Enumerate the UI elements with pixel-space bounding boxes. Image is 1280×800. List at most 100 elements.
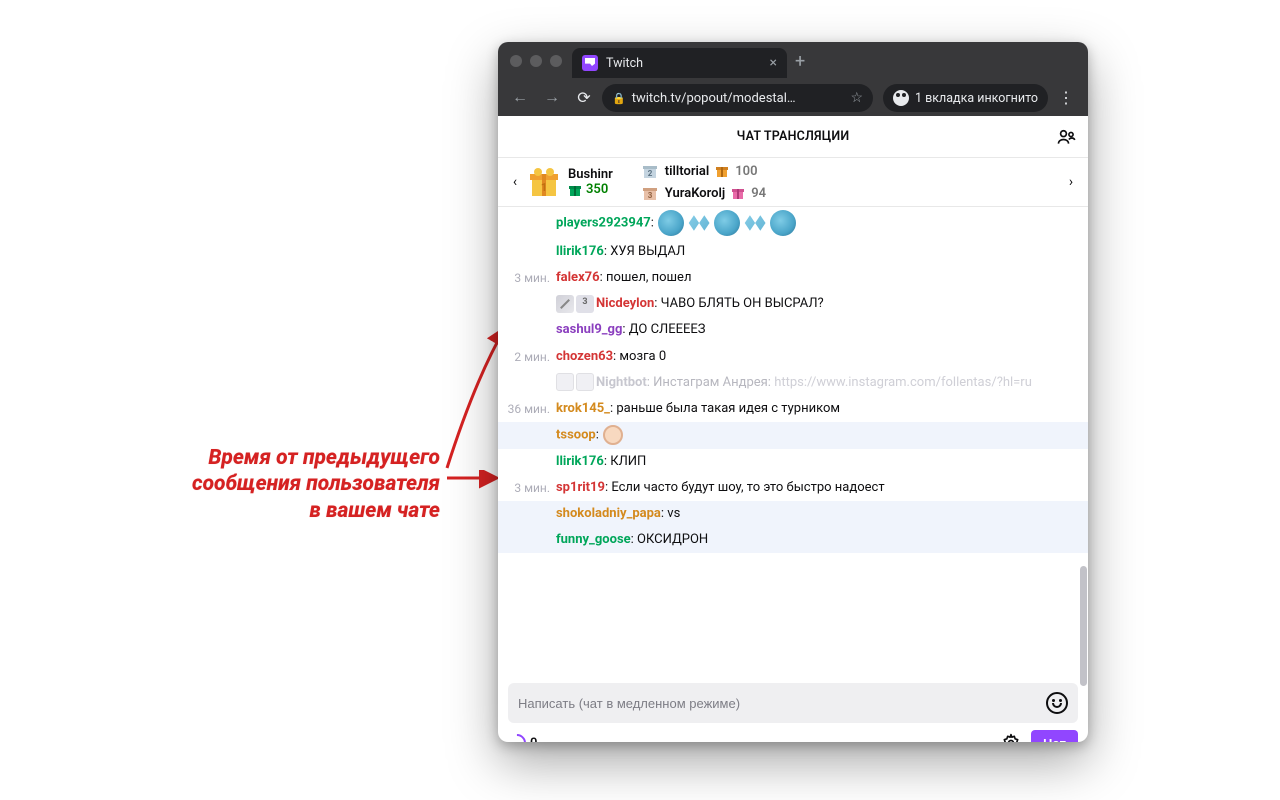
message-text: КЛИП xyxy=(610,454,646,469)
chat-footer: 0 Чат xyxy=(498,675,1088,742)
annotation-arrow-2 xyxy=(445,470,505,490)
rank-icon: 3 xyxy=(641,184,659,202)
titlebar: Twitch × + xyxy=(498,42,1088,80)
channel-points[interactable]: 0 xyxy=(508,734,537,742)
emote-picker-button[interactable] xyxy=(1046,692,1068,714)
message-text: Инстаграм Андрея: https://www.instagram.… xyxy=(653,375,1032,390)
leaderboard-row[interactable]: 3 YuraKorolj 94 xyxy=(641,184,766,202)
chat-message[interactable]: 3 мин.falex76: пошел, пошел xyxy=(498,265,1088,291)
emote-icon xyxy=(658,210,684,236)
back-button[interactable]: ← xyxy=(506,84,534,112)
username[interactable]: llirik176 xyxy=(556,454,604,469)
gift-small-icon xyxy=(715,164,729,178)
chat-messages[interactable]: players2923947: llirik176: ХУЯ ВЫДАЛ3 ми… xyxy=(498,207,1088,675)
message-time: 2 мин. xyxy=(504,347,556,367)
username[interactable]: chozen63 xyxy=(556,349,613,364)
message-text: ХУЯ ВЫДАЛ xyxy=(610,244,685,259)
address-bar[interactable]: 🔒 twitch.tv/popout/modestal… ☆ xyxy=(602,84,873,112)
incognito-badge[interactable]: 1 вкладка инкогнито xyxy=(883,84,1048,112)
message-time xyxy=(504,504,556,505)
browser-menu-button[interactable]: ⋮ xyxy=(1052,84,1080,112)
message-time xyxy=(504,530,556,531)
message-time xyxy=(504,452,556,453)
scrollbar-thumb[interactable] xyxy=(1080,566,1087,686)
chat-header: ЧАТ ТРАНСЛЯЦИИ xyxy=(498,116,1088,158)
chat-message[interactable]: Nicdeylon: ЧАВО БЛЯТЬ ОН ВЫСРАЛ? xyxy=(498,291,1088,317)
username[interactable]: llirik176 xyxy=(556,244,604,259)
username[interactable]: shokoladniy_papa xyxy=(556,506,661,521)
message-time: 36 мин. xyxy=(504,399,556,419)
chat-settings-button[interactable] xyxy=(997,729,1025,742)
browser-toolbar: ← → ⟳ 🔒 twitch.tv/popout/modestal… ☆ 1 в… xyxy=(498,80,1088,116)
username[interactable]: funny_goose xyxy=(556,532,631,547)
bookmark-icon[interactable]: ☆ xyxy=(850,90,863,106)
message-text: мозга 0 xyxy=(619,349,666,364)
leaderboard-row[interactable]: 2 tilltorial 100 xyxy=(641,162,766,180)
community-button[interactable] xyxy=(1054,125,1078,149)
browser-tab[interactable]: Twitch × xyxy=(572,48,787,78)
chat-message[interactable]: llirik176: ХУЯ ВЫДАЛ xyxy=(498,239,1088,265)
leaderboard-top[interactable]: 1 Bushinr 350 xyxy=(526,164,613,200)
message-text: пошел, пошел xyxy=(606,270,691,285)
points-icon xyxy=(504,730,529,742)
url-text: twitch.tv/popout/modestal… xyxy=(632,91,796,106)
browser-window: Twitch × + ← → ⟳ 🔒 twitch.tv/popout/mode… xyxy=(498,42,1088,742)
message-text: ЧАВО БЛЯТЬ ОН ВЫСРАЛ? xyxy=(661,296,824,311)
leaderboard-top-name: Bushinr xyxy=(568,167,613,182)
send-button[interactable]: Чат xyxy=(1031,730,1078,743)
incognito-icon xyxy=(893,90,909,106)
chat-message[interactable]: funny_goose: ОКСИДРОН xyxy=(498,527,1088,553)
message-time xyxy=(504,242,556,243)
leaderboard-prev[interactable]: ‹ xyxy=(504,174,526,190)
svg-text:2: 2 xyxy=(647,169,652,178)
chat-input[interactable] xyxy=(518,696,1046,711)
username[interactable]: sp1rit19 xyxy=(556,480,605,495)
leaderboard-next[interactable]: › xyxy=(1060,174,1082,190)
svg-text:3: 3 xyxy=(647,191,652,200)
chat-message[interactable]: 3 мин.sp1rit19: Если часто будут шоу, то… xyxy=(498,475,1088,501)
new-tab-button[interactable]: + xyxy=(795,51,805,72)
emote-icon xyxy=(770,210,796,236)
emote-icon xyxy=(603,425,623,445)
leaderboard: ‹ 1 Bushinr 350 2 tilltorial xyxy=(498,158,1088,207)
username[interactable]: krok145_ xyxy=(556,401,610,416)
message-time: 3 мин. xyxy=(504,268,556,288)
username[interactable]: players2923947 xyxy=(556,215,651,230)
message-time xyxy=(504,294,556,295)
svg-text:1: 1 xyxy=(541,181,547,194)
message-text: Если часто будут шоу, то это быстро надо… xyxy=(611,480,884,495)
message-time: 3 мин. xyxy=(504,478,556,498)
window-controls[interactable] xyxy=(510,55,562,67)
chat-message[interactable]: sashul9_gg: ДО СЛЕЕЕЕЗ xyxy=(498,317,1088,343)
message-time xyxy=(504,425,556,426)
chat-message[interactable]: 36 мин.krok145_: раньше была такая идея … xyxy=(498,396,1088,422)
chat-input-wrap xyxy=(508,683,1078,723)
reload-button[interactable]: ⟳ xyxy=(570,84,598,112)
username[interactable]: falex76 xyxy=(556,270,600,285)
chat-message[interactable]: players2923947: xyxy=(498,207,1088,239)
annotation-text: Время от предыдущего сообщения пользоват… xyxy=(55,445,440,524)
chat-message[interactable]: shokoladniy_papa: vs xyxy=(498,501,1088,527)
gift-small-icon xyxy=(731,186,745,200)
tab-close-button[interactable]: × xyxy=(770,55,777,71)
user-badge-icon xyxy=(576,295,594,313)
emote-icon xyxy=(742,210,768,236)
username[interactable]: Nightbot xyxy=(596,375,647,390)
message-time xyxy=(504,320,556,321)
chat-message[interactable]: 2 мин.chozen63: мозга 0 xyxy=(498,344,1088,370)
rank-icon: 2 xyxy=(641,162,659,180)
username[interactable]: Nicdeylon xyxy=(596,296,654,311)
chat-message[interactable]: llirik176: КЛИП xyxy=(498,449,1088,475)
username[interactable]: sashul9_gg xyxy=(556,322,622,337)
chat-message[interactable]: tssoop: xyxy=(498,422,1088,449)
chat-title: ЧАТ ТРАНСЛЯЦИИ xyxy=(737,129,850,144)
chat-message[interactable]: Nightbot: Инстаграм Андрея: https://www.… xyxy=(498,370,1088,396)
message-time xyxy=(504,373,556,374)
username[interactable]: tssoop xyxy=(556,427,596,442)
message-text: vs xyxy=(667,506,680,521)
gift-small-icon xyxy=(568,183,582,197)
emote-icon xyxy=(686,210,712,236)
gift-icon: 1 xyxy=(526,164,562,200)
forward-button[interactable]: → xyxy=(538,84,566,112)
lock-icon: 🔒 xyxy=(612,92,626,105)
